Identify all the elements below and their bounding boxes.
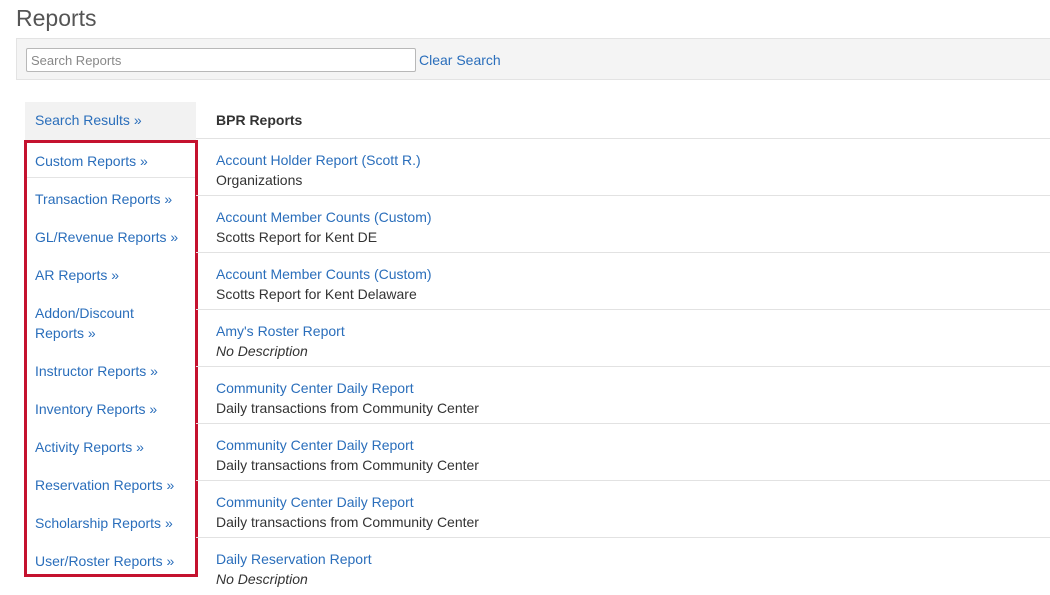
report-description: Daily transactions from Community Center (216, 514, 479, 530)
report-row: Community Center Daily Report Daily tran… (196, 481, 1050, 538)
report-list: BPR Reports Account Holder Report (Scott… (196, 102, 1050, 595)
report-row: Daily Reservation Report No Description (196, 538, 1050, 595)
sidebar-item-scholarship-reports[interactable]: Scholarship Reports » (35, 513, 185, 533)
sidebar-item-gl-revenue-reports[interactable]: GL/Revenue Reports » (35, 227, 185, 247)
report-description: Scotts Report for Kent Delaware (216, 286, 417, 302)
report-description: No Description (216, 571, 308, 587)
report-description: Organizations (216, 172, 303, 188)
report-row: Amy's Roster Report No Description (196, 310, 1050, 367)
report-link[interactable]: Amy's Roster Report (216, 321, 1050, 341)
sidebar-item-search-results[interactable]: Search Results » (25, 102, 196, 140)
sidebar-item-inventory-reports[interactable]: Inventory Reports » (35, 399, 185, 419)
sidebar-item-activity-reports[interactable]: Activity Reports » (35, 437, 185, 457)
search-bar: Clear Search (16, 38, 1050, 80)
report-description: Daily transactions from Community Center (216, 457, 479, 473)
report-description: No Description (216, 343, 308, 359)
sidebar-item-ar-reports[interactable]: AR Reports » (35, 265, 185, 285)
report-link[interactable]: Community Center Daily Report (216, 435, 1050, 455)
page-title: Reports (16, 5, 97, 31)
sidebar-divider (27, 177, 195, 178)
sidebar-item-transaction-reports[interactable]: Transaction Reports » (35, 189, 185, 209)
report-row: Community Center Daily Report Daily tran… (196, 424, 1050, 481)
report-link[interactable]: Daily Reservation Report (216, 549, 1050, 569)
clear-search-link[interactable]: Clear Search (419, 52, 501, 68)
report-link[interactable]: Account Member Counts (Custom) (216, 264, 1050, 284)
sidebar-item-addon-discount-reports[interactable]: Addon/Discount Reports » (35, 303, 155, 343)
report-link[interactable]: Account Member Counts (Custom) (216, 207, 1050, 227)
report-link[interactable]: Account Holder Report (Scott R.) (216, 150, 1050, 170)
report-link[interactable]: Community Center Daily Report (216, 378, 1050, 398)
highlighted-category-box: Custom Reports » Transaction Reports » G… (24, 140, 198, 577)
sidebar-item-user-roster-reports[interactable]: User/Roster Reports » (35, 551, 185, 571)
section-title: BPR Reports (196, 102, 1050, 139)
report-description: Daily transactions from Community Center (216, 400, 479, 416)
sidebar-item-reservation-reports[interactable]: Reservation Reports » (35, 475, 185, 495)
report-description: Scotts Report for Kent DE (216, 229, 378, 245)
sidebar-item-instructor-reports[interactable]: Instructor Reports » (35, 361, 185, 381)
report-row: Account Holder Report (Scott R.) Organiz… (196, 139, 1050, 196)
report-row: Account Member Counts (Custom) Scotts Re… (196, 253, 1050, 310)
sidebar-item-custom-reports[interactable]: Custom Reports » (35, 151, 185, 171)
report-category-sidebar: Search Results » Custom Reports » Transa… (24, 102, 198, 577)
search-input[interactable] (26, 48, 416, 72)
report-row: Community Center Daily Report Daily tran… (196, 367, 1050, 424)
report-row: Account Member Counts (Custom) Scotts Re… (196, 196, 1050, 253)
report-link[interactable]: Community Center Daily Report (216, 492, 1050, 512)
